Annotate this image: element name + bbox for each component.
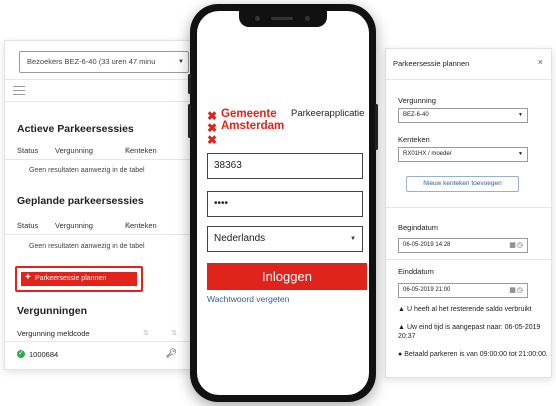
app-name: Parkeerapplicatie (291, 108, 365, 119)
phone-side-button (375, 104, 378, 150)
language-select-value: Nederlands (214, 233, 266, 244)
end-date-input[interactable]: 06-05-2019 21:00 ▦◷ (398, 283, 528, 298)
active-sessions-empty-text: Geen resultaten aanwezig in de tabel (29, 167, 145, 174)
visitor-permit-select-value: Bezoekers BEZ-6-40 (33 uren 47 minu (27, 57, 156, 66)
forgot-password-link[interactable]: Wachtwoord vergeten (207, 294, 289, 304)
logo-text: Gemeente (221, 108, 277, 120)
start-date-input[interactable]: 06-05-2019 14:28 ▦◷ (398, 238, 528, 253)
login-screen: ✖ ✖ ✖ Gemeente Amsterdam Parkeerapplicat… (197, 11, 369, 395)
permit-select-value: BEZ-6-40 (403, 112, 429, 118)
info-message: ● Betaald parkeren is van 09:00:00 tot 21… (398, 351, 548, 358)
divider (5, 159, 191, 160)
permit-label: Vergunning (398, 96, 436, 105)
warning-icon: ▲ (398, 324, 405, 331)
active-sessions-title: Actieve Parkeersessies (17, 123, 134, 135)
divider (386, 259, 551, 260)
check-circle-icon: ✓ (17, 350, 25, 358)
divider (5, 79, 191, 80)
chevron-down-icon: ▼ (518, 151, 523, 157)
plan-session-label: Parkeersessie plannen (35, 275, 107, 282)
plan-session-dialog: Parkeersessie plannen × Vergunning BEZ-6… (385, 48, 552, 378)
plate-select-value: RX01HX / moeder (403, 151, 452, 157)
phone-side-button (188, 104, 191, 138)
close-icon[interactable]: × (538, 57, 543, 67)
planned-sessions-empty-text: Geen resultaten aanwezig in de tabel (29, 243, 145, 250)
column-permit-code[interactable]: Vergunning meldcode (17, 329, 90, 338)
language-select[interactable]: Nederlands ▼ (207, 226, 363, 252)
warning-message: ▲ U heeft al het resterende saldo verbrui… (398, 306, 532, 313)
logo-text: Amsterdam (221, 120, 285, 132)
x-mark-icon: ✖ (207, 133, 218, 147)
visitor-permit-select[interactable]: Bezoekers BEZ-6-40 (33 uren 47 minu ▼ (19, 51, 189, 73)
permit-select[interactable]: BEZ-6-40 ▼ (398, 108, 528, 123)
permits-table-header: Vergunning meldcode ⇅ ⇅ (17, 329, 177, 338)
plus-icon: + (25, 272, 31, 283)
divider (5, 234, 191, 235)
sort-icon: ⇅ (17, 222, 23, 229)
info-icon: ● (398, 351, 403, 358)
chevron-down-icon: ▼ (178, 59, 184, 65)
start-date-label: Begindatum (398, 223, 439, 232)
chevron-down-icon: ▼ (350, 236, 356, 242)
key-icon[interactable]: 🔑︎ (166, 348, 177, 359)
sort-icon: ⇅ (125, 147, 131, 154)
sort-icon: ⇅ (125, 222, 131, 229)
warning-message: ▲ Uw eind tijd is aangepast naar: 06-05-2… (398, 324, 541, 340)
active-sessions-table-header: Status ⇅ Vergunning ⇅ Kenteken ⇅ (17, 146, 157, 155)
plan-session-button[interactable]: + Parkeersessie plannen (21, 272, 137, 286)
divider (5, 341, 191, 342)
dialog-title: Parkeersessie plannen (393, 59, 470, 68)
divider (386, 207, 551, 208)
phone-side-button (188, 74, 191, 94)
username-field[interactable]: 38363 (207, 153, 363, 179)
planned-sessions-title: Geplande parkeersessies (17, 195, 144, 207)
end-date-value: 06-05-2019 21:00 (403, 287, 451, 293)
x-mark-icon: ✖ (207, 121, 218, 135)
warning-icon: ▲ (398, 306, 405, 313)
permits-title: Vergunningen (17, 305, 88, 317)
calendar-clock-icon[interactable]: ▦◷ (509, 239, 524, 252)
plate-label: Kenteken (398, 135, 430, 144)
add-plate-button[interactable]: Nieuw kenteken toevoegen (406, 176, 519, 192)
divider (386, 79, 551, 80)
x-mark-icon: ✖ (207, 109, 218, 123)
plan-session-highlight: + Parkeersessie plannen (15, 266, 143, 292)
end-date-label: Einddatum (398, 267, 434, 276)
parking-sessions-panel: Bezoekers BEZ-6-40 (33 uren 47 minu ▼ Ac… (4, 40, 192, 370)
hamburger-icon[interactable] (13, 86, 25, 98)
planned-sessions-table-header: Status ⇅ Vergunning ⇅ Kenteken ⇅ (17, 221, 157, 230)
sort-icon[interactable]: ⇅ (171, 329, 177, 337)
plate-select[interactable]: RX01HX / moeder ▼ (398, 147, 528, 162)
login-button[interactable]: Inloggen (207, 263, 367, 290)
sort-icon[interactable]: ⇅ (143, 329, 149, 337)
sort-icon: ⇅ (17, 147, 23, 154)
chevron-down-icon: ▼ (518, 112, 523, 118)
permit-code: 1000684 (29, 350, 59, 359)
phone-device: ✖ ✖ ✖ Gemeente Amsterdam Parkeerapplicat… (188, 4, 378, 402)
password-field[interactable]: •••• (207, 191, 363, 217)
calendar-clock-icon[interactable]: ▦◷ (509, 284, 524, 297)
divider (5, 101, 191, 102)
phone-notch (239, 11, 327, 27)
start-date-value: 06-05-2019 14:28 (403, 242, 451, 248)
